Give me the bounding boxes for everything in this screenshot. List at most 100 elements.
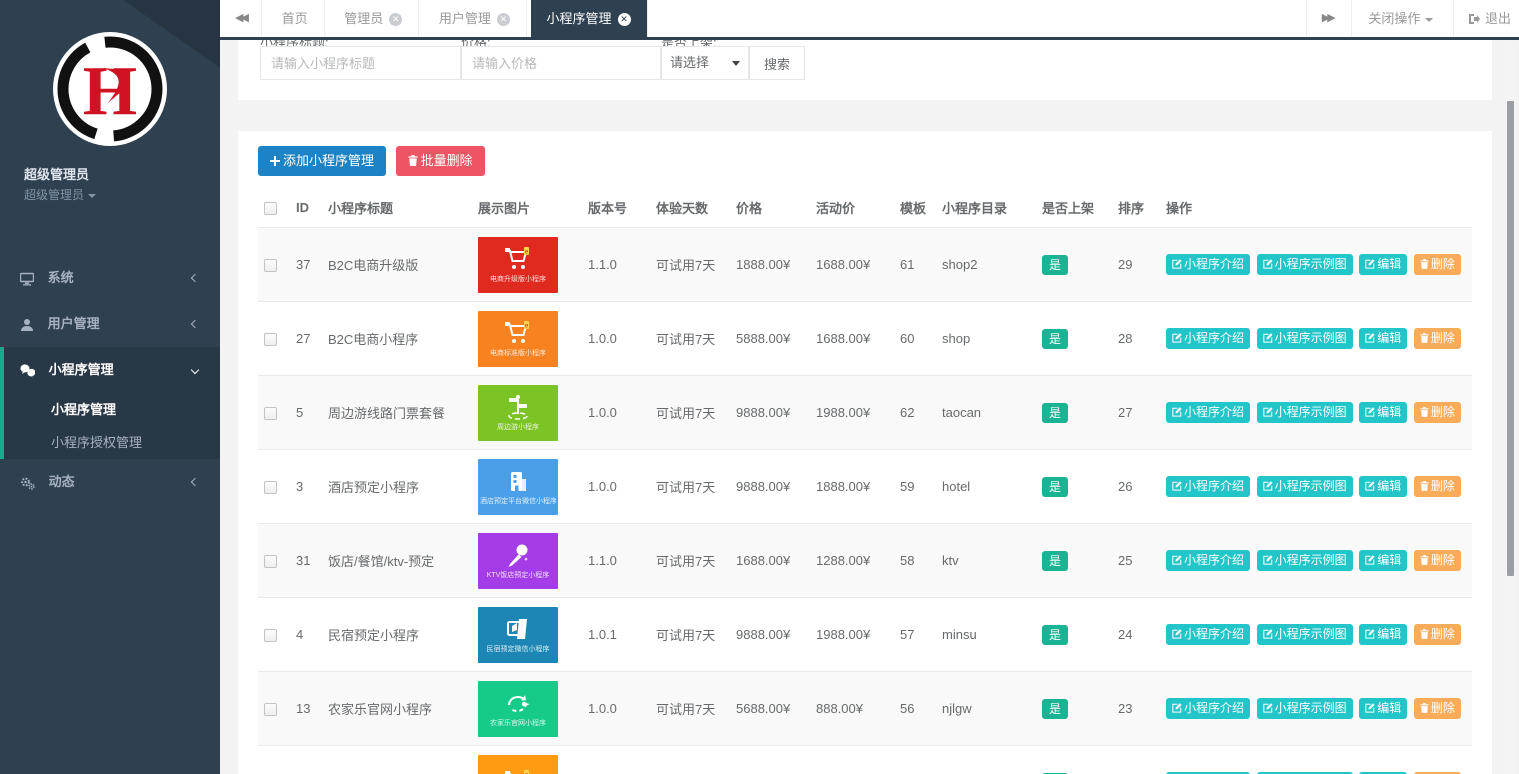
row-checkbox[interactable] xyxy=(264,629,277,642)
table-row: 5 周边游线路门票套餐 周边游小程序 1.0.0 可试用7天 9888.00¥ … xyxy=(258,376,1472,450)
select-all-checkbox[interactable] xyxy=(264,202,277,215)
delete-button[interactable]: 删除 xyxy=(1414,328,1461,349)
edit-button[interactable]: 编辑 xyxy=(1359,624,1407,645)
sidebar-subitem-miniprogram-auth[interactable]: 小程序授权管理 xyxy=(4,426,220,459)
profile-role-dropdown[interactable]: 超级管理员 xyxy=(0,183,220,203)
on-shelf-badge: 是 xyxy=(1042,255,1068,275)
tab-user-manage[interactable]: 用户管理✕ xyxy=(423,0,527,37)
row-activity-price: 1988.00¥ xyxy=(810,598,894,672)
row-display-image: e 电商标准版小程序 xyxy=(478,311,558,367)
row-checkbox[interactable] xyxy=(264,333,277,346)
intro-button[interactable]: 小程序介绍 xyxy=(1166,698,1250,719)
close-operations-dropdown[interactable]: 关闭操作 xyxy=(1351,0,1449,37)
search-button[interactable]: 搜索 xyxy=(749,46,805,80)
delete-button[interactable]: 删除 xyxy=(1414,254,1461,275)
col-price: 价格 xyxy=(730,188,810,228)
row-checkbox[interactable] xyxy=(264,555,277,568)
shelf-select[interactable]: 请选择 xyxy=(661,46,749,80)
delete-button[interactable]: 删除 xyxy=(1414,476,1461,497)
intro-button[interactable]: 小程序介绍 xyxy=(1166,254,1250,275)
row-trial-days: 可试用7天 xyxy=(650,450,730,524)
close-icon[interactable]: ✕ xyxy=(618,13,631,26)
row-id: 27 xyxy=(290,302,322,376)
row-checkbox[interactable] xyxy=(264,703,277,716)
title-search-input[interactable] xyxy=(260,46,461,80)
image-caption: 农家乐官网小程序 xyxy=(490,719,546,729)
intro-button[interactable]: 小程序介绍 xyxy=(1166,402,1250,423)
row-checkbox[interactable] xyxy=(264,407,277,420)
intro-button[interactable]: 小程序介绍 xyxy=(1166,624,1250,645)
intro-button[interactable]: 小程序介绍 xyxy=(1166,550,1250,571)
close-icon[interactable]: ✕ xyxy=(389,13,402,26)
tab-admin[interactable]: 管理员✕ xyxy=(328,0,419,37)
row-sort: 26 xyxy=(1112,450,1160,524)
row-price xyxy=(730,746,810,774)
row-operations: 小程序介绍 小程序示例图 编辑 删除 xyxy=(1160,672,1472,746)
example-image-button[interactable]: 小程序示例图 xyxy=(1257,402,1353,423)
add-miniprogram-button[interactable]: 添加小程序管理 xyxy=(258,146,386,176)
col-template: 模板 xyxy=(894,188,936,228)
on-shelf-badge: 是 xyxy=(1042,477,1068,497)
example-image-button[interactable]: 小程序示例图 xyxy=(1257,476,1353,497)
intro-button[interactable]: 小程序介绍 xyxy=(1166,476,1250,497)
chevron-left-icon xyxy=(191,478,199,486)
edit-icon xyxy=(1172,481,1182,491)
col-directory: 小程序目录 xyxy=(936,188,1036,228)
example-image-button[interactable]: 小程序示例图 xyxy=(1257,624,1353,645)
price-search-input[interactable] xyxy=(461,46,661,80)
edit-button[interactable]: 编辑 xyxy=(1359,476,1407,497)
delete-button[interactable]: 删除 xyxy=(1414,402,1461,423)
sidebar-item-miniprogram[interactable]: 小程序管理 xyxy=(4,347,220,393)
delete-button[interactable]: 删除 xyxy=(1414,698,1461,719)
vertical-scrollbar-track[interactable] xyxy=(1506,41,1515,774)
sidebar-item-users[interactable]: 用户管理 xyxy=(0,301,220,347)
edit-button[interactable]: 编辑 xyxy=(1359,328,1407,349)
intro-button[interactable]: 小程序介绍 xyxy=(1166,328,1250,349)
sidebar-item-system[interactable]: 系统 xyxy=(0,255,220,301)
row-template-id: 62 xyxy=(894,376,936,450)
col-operations: 操作 xyxy=(1160,188,1472,228)
row-version xyxy=(582,746,650,774)
hotel-icon xyxy=(505,467,531,497)
row-directory: hotel xyxy=(936,450,1036,524)
tabs-scroll-right-button[interactable]: ▶▶ xyxy=(1306,0,1348,37)
close-icon[interactable]: ✕ xyxy=(497,13,510,26)
row-trial-days: 可试用7天 xyxy=(650,376,730,450)
row-title: 酒店预定小程序 xyxy=(322,450,472,524)
logout-button[interactable]: 退出 xyxy=(1453,0,1519,37)
row-template-id: 57 xyxy=(894,598,936,672)
tabs-scroll-left-button[interactable]: ◀◀ xyxy=(220,0,262,37)
edit-button[interactable]: 编辑 xyxy=(1359,402,1407,423)
image-caption: 酒店预定平台微信小程序 xyxy=(480,497,556,507)
example-image-button[interactable]: 小程序示例图 xyxy=(1257,328,1353,349)
example-image-button[interactable]: 小程序示例图 xyxy=(1257,550,1353,571)
delete-button[interactable]: 删除 xyxy=(1414,624,1461,645)
row-sort xyxy=(1112,746,1160,774)
tab-home[interactable]: 首页 xyxy=(266,0,325,37)
example-image-button[interactable]: 小程序示例图 xyxy=(1257,254,1353,275)
tabbar-right-controls: ▶▶ 关闭操作 退出 xyxy=(1306,0,1519,37)
row-version: 1.0.0 xyxy=(582,672,650,746)
sidebar-subitem-miniprogram-manage[interactable]: 小程序管理 xyxy=(4,393,220,426)
edit-button[interactable]: 编辑 xyxy=(1359,550,1407,571)
col-activity-price: 活动价 xyxy=(810,188,894,228)
edit-button[interactable]: 编辑 xyxy=(1359,698,1407,719)
row-version: 1.0.0 xyxy=(582,302,650,376)
row-checkbox[interactable] xyxy=(264,481,277,494)
tab-miniprogram-manage[interactable]: 小程序管理✕ xyxy=(531,0,648,37)
caret-down-icon xyxy=(88,194,96,198)
batch-delete-button[interactable]: 批量删除 xyxy=(396,146,485,176)
row-sort: 28 xyxy=(1112,302,1160,376)
example-image-button[interactable]: 小程序示例图 xyxy=(1257,698,1353,719)
signpost-icon xyxy=(504,393,532,423)
row-operations: 小程序介绍 小程序示例图 编辑 删除 xyxy=(1160,524,1472,598)
delete-button[interactable]: 删除 xyxy=(1414,550,1461,571)
sidebar-item-dynamics[interactable]: 动态 xyxy=(0,459,220,505)
chat-bubbles-icon xyxy=(20,364,35,378)
vertical-scrollbar-thumb[interactable] xyxy=(1507,101,1514,576)
row-operations: 小程序介绍 小程序示例图 编辑 删除 xyxy=(1160,228,1472,302)
edit-button[interactable]: 编辑 xyxy=(1359,254,1407,275)
row-version: 1.0.0 xyxy=(582,376,650,450)
row-checkbox[interactable] xyxy=(264,259,277,272)
row-operations: 小程序介绍 小程序示例图 编辑 删除 xyxy=(1160,450,1472,524)
